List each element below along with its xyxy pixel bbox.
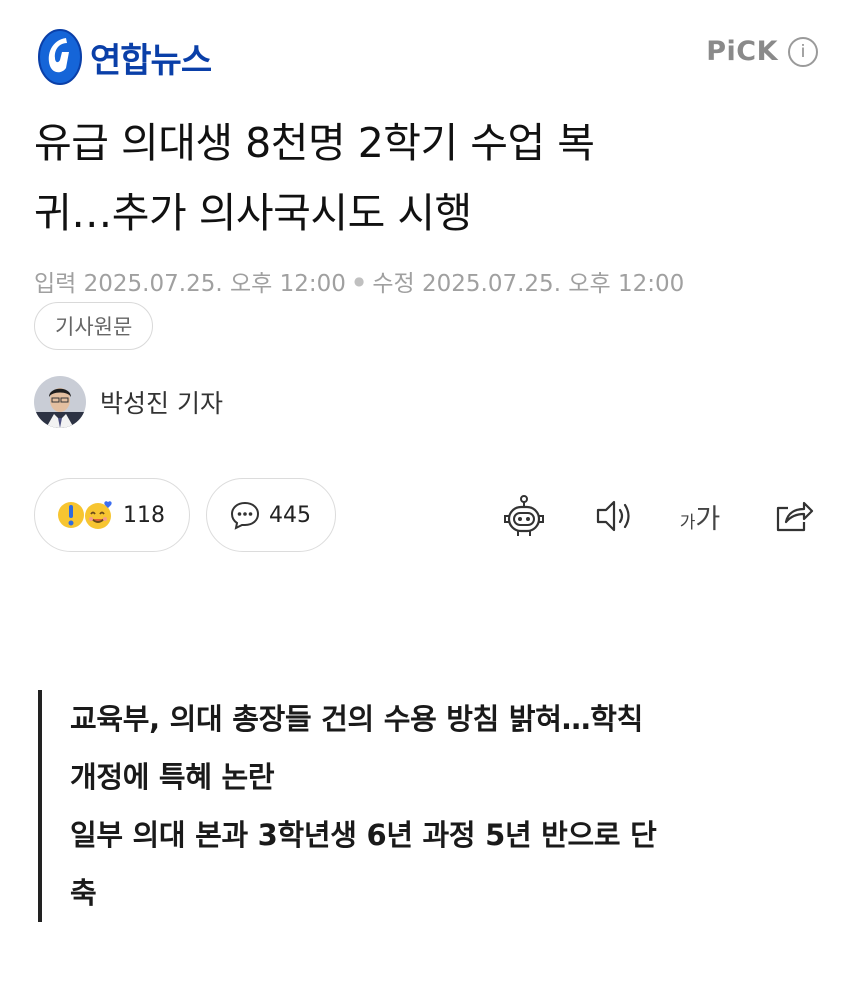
comment-button[interactable]: 445 <box>206 478 336 552</box>
comment-count: 445 <box>269 502 311 528</box>
title-line-1: 유급 의대생 8천명 2학기 수업 복 <box>34 119 595 167</box>
article-timestamps: 입력 2025.07.25. 오후 12:00 ● 수정 2025.07.25.… <box>34 264 684 298</box>
article-title: 유급 의대생 8천명 2학기 수업 복 귀…추가 의사국시도 시행 <box>34 108 814 248</box>
font-size-button[interactable]: 가가 <box>672 488 728 544</box>
summary-line-1: 교육부, 의대 총장들 건의 수용 방침 밝혀…학칙 <box>70 702 644 736</box>
header: 연합뉴스 PiCK i <box>0 0 850 110</box>
reporter-avatar <box>34 376 86 428</box>
font-small-glyph: 가 <box>679 512 696 533</box>
summary-line-2: 개정에 특혜 논란 <box>70 760 275 794</box>
read-aloud-button[interactable] <box>586 488 642 544</box>
article-summary: 교육부, 의대 총장들 건의 수용 방침 밝혀…학칙 개정에 특혜 논란 일부 … <box>38 690 798 922</box>
pick-label: PiCK <box>706 36 778 67</box>
separator-dot: ● <box>353 274 365 288</box>
share-icon <box>776 501 814 532</box>
speaker-icon <box>596 500 630 532</box>
reaction-count: 118 <box>123 502 165 528</box>
love-emoji-icon <box>85 501 112 529</box>
modified-label: 수정 <box>372 271 415 297</box>
info-icon[interactable]: i <box>788 36 818 67</box>
font-size-icon: 가가 <box>680 497 720 536</box>
info-glyph: i <box>800 41 806 62</box>
surprise-emoji-icon <box>58 502 84 528</box>
summary-line-3: 일부 의대 본과 3학년생 6년 과정 5년 반으로 단 <box>70 818 657 852</box>
font-large-glyph: 가 <box>695 503 721 535</box>
comment-icon <box>230 501 260 530</box>
ai-summary-button[interactable] <box>496 488 552 544</box>
input-label: 입력 <box>34 271 77 297</box>
pick-badge[interactable]: PiCK i <box>706 36 818 67</box>
logo-text: 연합뉴스 <box>90 40 212 81</box>
title-line-2: 귀…추가 의사국시도 시행 <box>34 189 472 237</box>
input-time: 2025.07.25. 오후 12:00 <box>83 271 346 297</box>
original-article-button[interactable]: 기사원문 <box>34 302 154 350</box>
reporter-byline[interactable]: 박성진 기자 <box>34 376 223 428</box>
reaction-button[interactable]: 118 <box>34 478 190 552</box>
yonhap-logo-icon <box>38 29 82 85</box>
modified-time: 2025.07.25. 오후 12:00 <box>422 271 685 297</box>
robot-icon <box>504 495 544 536</box>
original-article-label: 기사원문 <box>55 315 133 339</box>
summary-line-4: 축 <box>70 876 97 910</box>
reporter-name: 박성진 기자 <box>100 389 223 418</box>
share-button[interactable] <box>766 488 822 544</box>
yonhap-logo[interactable]: 연합뉴스 <box>36 28 212 86</box>
